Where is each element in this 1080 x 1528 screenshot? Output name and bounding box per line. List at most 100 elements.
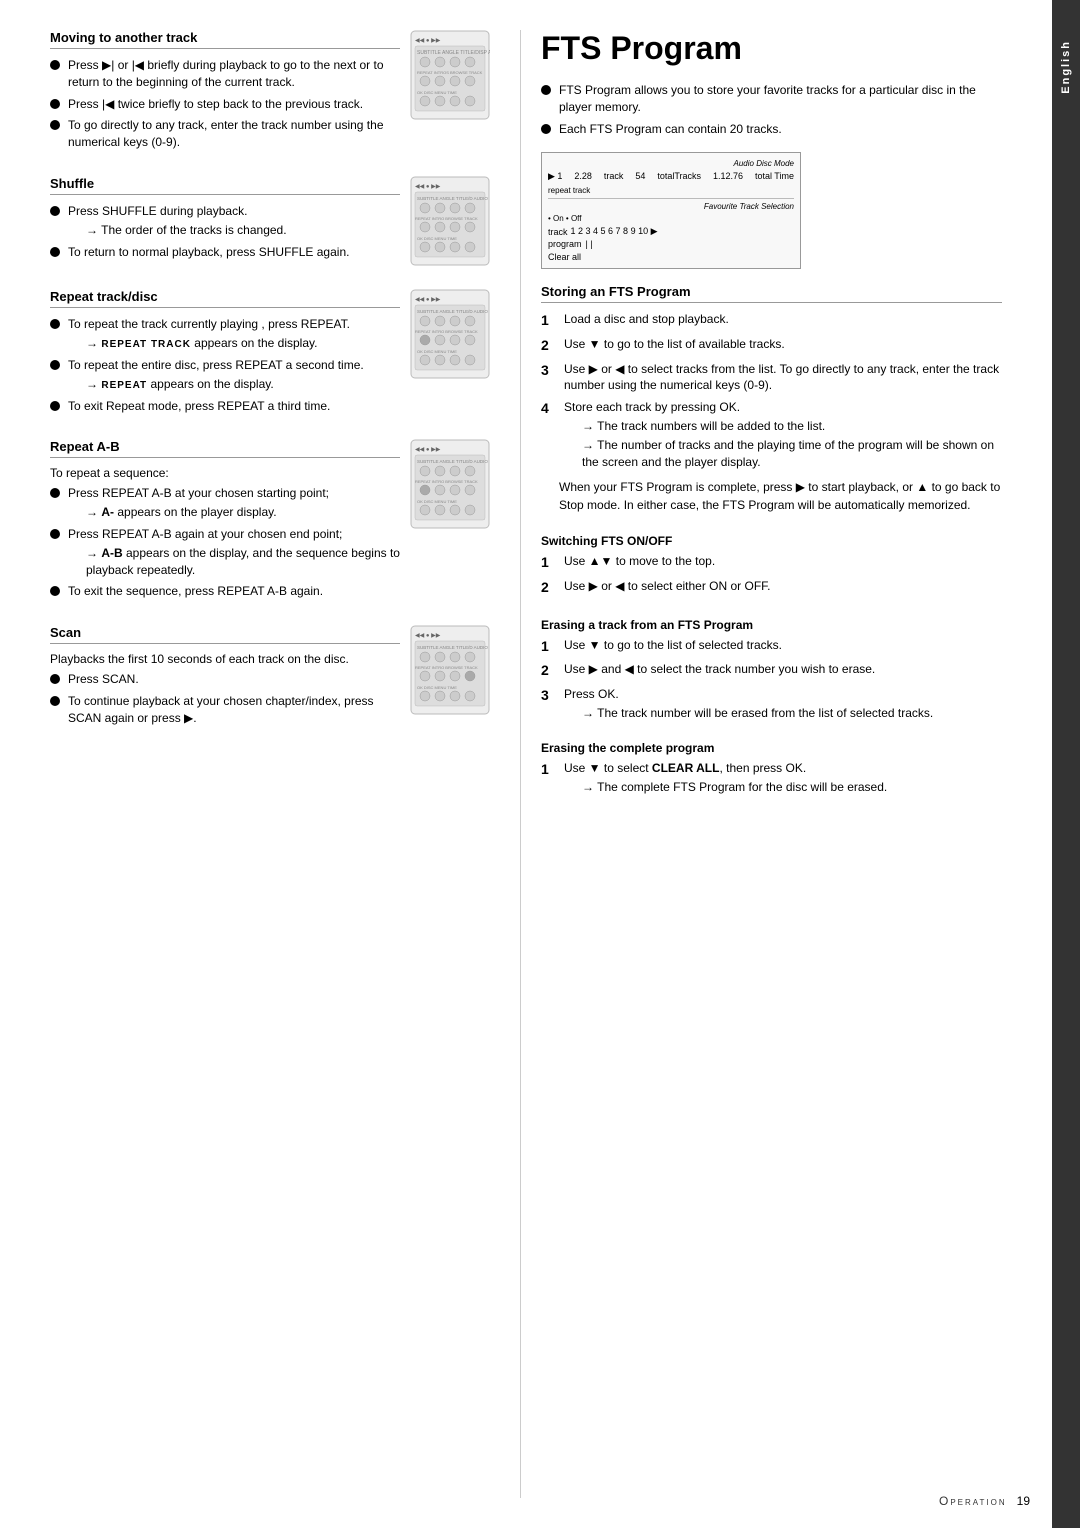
step-num: 2 bbox=[541, 661, 559, 681]
fts-repeat-track-label: repeat track bbox=[548, 186, 794, 195]
erasing-track-title: Erasing a track from an FTS Program bbox=[541, 618, 1002, 632]
list-item: 4 Store each track by pressing OK. The t… bbox=[541, 399, 1002, 470]
bullet-dot bbox=[50, 401, 60, 411]
footer-operation-label: Operation bbox=[939, 1494, 1007, 1508]
bullet-dot bbox=[50, 206, 60, 216]
remote-image-scan: ◀◀ ● ▶▶ SUBTITLE ANGLE TITLE/D AUDIO REP… bbox=[410, 625, 490, 718]
repeat-ab-title: Repeat A-B bbox=[50, 439, 400, 458]
storing-para: When your FTS Program is complete, press… bbox=[559, 478, 1002, 514]
fts-play-icon: ▶ 1 bbox=[548, 171, 562, 182]
svg-text:REPEAT INTRO BROWSE TRACK: REPEAT INTRO BROWSE TRACK bbox=[415, 479, 478, 484]
main-content: Moving to another track Press ▶| or |◀ b… bbox=[0, 0, 1052, 1528]
svg-text:REPEAT INTRO BROWSE TRACK: REPEAT INTRO BROWSE TRACK bbox=[415, 329, 478, 334]
fts-total-time: 1.12.76 bbox=[713, 171, 743, 182]
remote-image-repeat: ◀◀ ● ▶▶ SUBTITLE ANGLE TITLE/D AUDIO REP… bbox=[410, 289, 490, 382]
left-column: Moving to another track Press ▶| or |◀ b… bbox=[50, 30, 520, 1498]
repeat-ab-intro: To repeat a sequence: bbox=[50, 466, 400, 480]
bullet-text: Each FTS Program can contain 20 tracks. bbox=[559, 121, 782, 138]
list-item: To return to normal playback, press SHUF… bbox=[50, 244, 400, 261]
step-num: 2 bbox=[541, 578, 559, 598]
moving-title: Moving to another track bbox=[50, 30, 400, 49]
section-scan-remote-row: Scan Playbacks the first 10 seconds of e… bbox=[50, 625, 490, 731]
bullet-dot bbox=[50, 529, 60, 539]
svg-text:SUBTITLE ANGLE TITLE/D AUDIO: SUBTITLE ANGLE TITLE/D AUDIO bbox=[417, 309, 488, 314]
fts-track-word: track bbox=[548, 227, 568, 237]
step-num: 2 bbox=[541, 336, 559, 356]
svg-text:OK DISC MENU TIME: OK DISC MENU TIME bbox=[417, 349, 457, 354]
switching-steps: 1 Use ▲▼ to move to the top. 2 Use ▶ or … bbox=[541, 553, 1002, 597]
svg-text:OK DISC MENU TIME: OK DISC MENU TIME bbox=[417, 236, 457, 241]
step-text: Press OK. The track number will be erase… bbox=[564, 686, 933, 722]
fts-remaining: 54 bbox=[635, 171, 645, 182]
bullet-dot bbox=[50, 586, 60, 596]
bullet-text: To exit Repeat mode, press REPEAT a thir… bbox=[68, 398, 330, 415]
remote-svg-moving: ◀◀ ● ▶▶ SUBTITLE ANGLE TITLE/DISP AUDIO … bbox=[410, 30, 490, 120]
bullet-text: Press ▶| or |◀ briefly during playback t… bbox=[68, 57, 400, 91]
scan-title: Scan bbox=[50, 625, 400, 644]
step-text: Use ▼ to go to the list of available tra… bbox=[564, 336, 785, 353]
svg-text:SUBTITLE ANGLE TITLE/D AUDIO: SUBTITLE ANGLE TITLE/D AUDIO bbox=[417, 196, 488, 201]
bullet-text: Press REPEAT A-B again at your chosen en… bbox=[68, 526, 400, 578]
bullet-dot bbox=[50, 360, 60, 370]
note-arrow: REPEAT appears on the display. bbox=[86, 376, 364, 393]
section-repeat-track-disc: Repeat track/disc To repeat the track cu… bbox=[50, 289, 490, 419]
note-arrow: A- appears on the player display. bbox=[86, 504, 329, 521]
bullet-text: To repeat the track currently playing , … bbox=[68, 316, 350, 352]
scan-text: Scan Playbacks the first 10 seconds of e… bbox=[50, 625, 400, 731]
svg-text:OK DISC MENU TIME: OK DISC MENU TIME bbox=[417, 499, 457, 504]
storing-steps: 1 Load a disc and stop playback. 2 Use ▼… bbox=[541, 311, 1002, 470]
list-item: 2 Use ▼ to go to the list of available t… bbox=[541, 336, 1002, 356]
step-num: 4 bbox=[541, 399, 559, 419]
list-item: Press REPEAT A-B again at your chosen en… bbox=[50, 526, 400, 578]
section-erasing-complete: Erasing the complete program 1 Use ▼ to … bbox=[541, 741, 1002, 796]
list-item: Press |◀ twice briefly to step back to t… bbox=[50, 96, 400, 113]
right-column: FTS Program FTS Program allows you to st… bbox=[520, 30, 1002, 1498]
repeat-ab-bullets: Press REPEAT A-B at your chosen starting… bbox=[50, 485, 400, 600]
step-num: 1 bbox=[541, 760, 559, 780]
remote-image-repeat-ab: ◀◀ ● ▶▶ SUBTITLE ANGLE TITLE/D AUDIO REP… bbox=[410, 439, 490, 532]
fts-total-time-label: total Time bbox=[755, 171, 794, 182]
section-repeat-remote-row: Repeat track/disc To repeat the track cu… bbox=[50, 289, 490, 419]
repeat-bullets: To repeat the track currently playing , … bbox=[50, 316, 400, 414]
note-arrow: The track number will be erased from the… bbox=[582, 705, 933, 722]
erasing-complete-title: Erasing the complete program bbox=[541, 741, 1002, 755]
note-arrow: The number of tracks and the playing tim… bbox=[582, 437, 1002, 471]
svg-text:◀◀ ● ▶▶: ◀◀ ● ▶▶ bbox=[415, 184, 441, 190]
bullet-text: Press SHUFFLE during playback. The order… bbox=[68, 203, 287, 239]
list-item: 3 Use ▶ or ◀ to select tracks from the l… bbox=[541, 361, 1002, 395]
list-item: 1 Load a disc and stop playback. bbox=[541, 311, 1002, 331]
bullet-text: To continue playback at your chosen chap… bbox=[68, 693, 400, 727]
bullet-text: Press SCAN. bbox=[68, 671, 139, 688]
list-item: 1 Use ▼ to select CLEAR ALL, then press … bbox=[541, 760, 1002, 796]
switching-fts-title: Switching FTS ON/OFF bbox=[541, 534, 1002, 548]
shuffle-title: Shuffle bbox=[50, 176, 400, 195]
strong-text: A- bbox=[101, 505, 114, 519]
step-text: Use ▶ or ◀ to select either ON or OFF. bbox=[564, 578, 771, 595]
list-item: 3 Press OK. The track number will be era… bbox=[541, 686, 1002, 722]
step-text: Use ▶ or ◀ to select tracks from the lis… bbox=[564, 361, 1002, 395]
section-repeat-ab: Repeat A-B To repeat a sequence: Press R… bbox=[50, 439, 490, 605]
bullet-text: Press REPEAT A-B at your chosen starting… bbox=[68, 485, 329, 521]
fts-total-label: totalTracks bbox=[657, 171, 701, 182]
note-arrow: The order of the tracks is changed. bbox=[86, 222, 287, 239]
fts-track-label: track bbox=[604, 171, 624, 182]
list-item: Press REPEAT A-B at your chosen starting… bbox=[50, 485, 400, 521]
step-text: Store each track by pressing OK. The tra… bbox=[564, 399, 1002, 470]
list-item: To continue playback at your chosen chap… bbox=[50, 693, 400, 727]
list-item: To exit Repeat mode, press REPEAT a thir… bbox=[50, 398, 400, 415]
bullet-text: To go directly to any track, enter the t… bbox=[68, 117, 400, 151]
svg-text:◀◀ ● ▶▶: ◀◀ ● ▶▶ bbox=[415, 447, 441, 453]
section-shuffle-remote-row: Shuffle Press SHUFFLE during playback. T… bbox=[50, 176, 490, 269]
repeat-title: Repeat track/disc bbox=[50, 289, 400, 308]
section-moving-to-another-track: Moving to another track Press ▶| or |◀ b… bbox=[50, 30, 490, 156]
svg-text:OK DISC MENU TIME: OK DISC MENU TIME bbox=[417, 685, 457, 690]
fts-favourite-label: Favourite Track Selection bbox=[548, 202, 794, 211]
fts-on-off-row: • On • Off bbox=[548, 214, 794, 223]
note-arrow: The track numbers will be added to the l… bbox=[582, 418, 1002, 435]
remote-image-shuffle: ◀◀ ● ▶▶ SUBTITLE ANGLE TITLE/D AUDIO REP… bbox=[410, 176, 490, 269]
bullet-text: To exit the sequence, press REPEAT A-B a… bbox=[68, 583, 323, 600]
bullet-dot bbox=[50, 247, 60, 257]
clear-all-label: CLEAR ALL bbox=[652, 761, 720, 775]
svg-text:◀◀ ● ▶▶: ◀◀ ● ▶▶ bbox=[415, 297, 441, 303]
svg-text:REPEAT INTROS BROWSE TRACK: REPEAT INTROS BROWSE TRACK bbox=[417, 70, 483, 75]
